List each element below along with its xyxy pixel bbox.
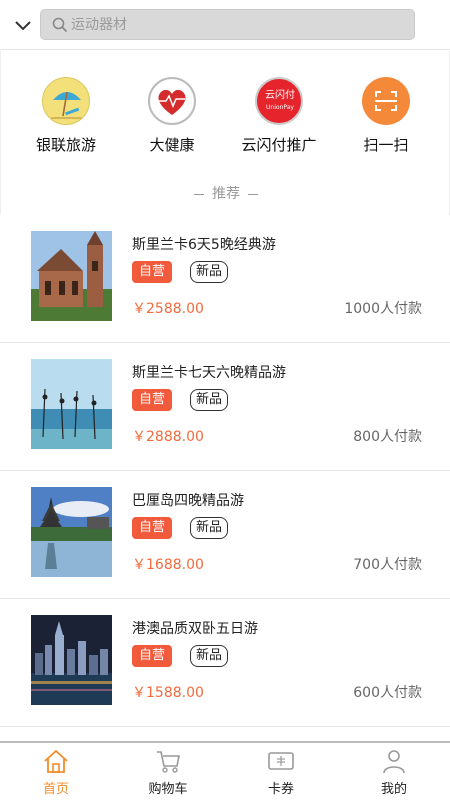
paid-count: 1000人付款	[344, 301, 422, 317]
tab-label: 购物车	[148, 782, 188, 797]
tab-coupons[interactable]: 卡券	[225, 743, 337, 800]
divider	[194, 193, 204, 195]
coupon-icon	[268, 752, 294, 770]
paid-count: 800人付款	[353, 429, 422, 445]
tab-home[interactable]: 首页	[0, 743, 112, 800]
product-price: ￥1688.00	[132, 557, 204, 573]
scan-icon	[362, 77, 410, 125]
top-bar: 运动器材	[0, 0, 450, 50]
category-label: 扫一扫	[363, 136, 409, 154]
stilt-fishermen-photo	[31, 359, 112, 449]
self-operated-badge: 自营	[132, 389, 172, 411]
list-item[interactable]: 港澳品质双卧五日游 自营 新品 ￥1588.00 600人付款	[0, 599, 450, 727]
category-quickpass[interactable]: 云闪付 UnionPay 云闪付推广	[229, 77, 329, 155]
beach-umbrella-icon	[42, 77, 90, 125]
hongkong-night-skyline-photo	[31, 615, 112, 705]
chevron-down-icon[interactable]	[12, 14, 34, 36]
unionpay-quickpass-icon: 云闪付 UnionPay	[255, 77, 303, 125]
category-health[interactable]: 大健康	[122, 77, 222, 155]
section-header: 推荐	[1, 183, 450, 203]
divider	[248, 193, 258, 195]
category-grid: 银联旅游 大健康 云闪付 UnionPay 云闪付推广 扫一扫 推荐	[0, 51, 450, 233]
category-label: 大健康	[149, 136, 195, 154]
paid-count: 700人付款	[353, 557, 422, 573]
heart-pulse-icon	[148, 77, 196, 125]
quickpass-logo-text: 云闪付	[265, 90, 295, 101]
self-operated-badge: 自营	[132, 645, 172, 667]
list-item[interactable]: 斯里兰卡6天5晚经典游 自营 新品 ￥2588.00 1000人付款	[0, 215, 450, 343]
tab-label: 我的	[380, 782, 407, 797]
self-operated-badge: 自营	[132, 517, 172, 539]
bali-temple-photo	[31, 487, 112, 577]
category-travel[interactable]: 银联旅游	[16, 77, 116, 155]
product-title: 港澳品质双卧五日游	[132, 621, 258, 637]
category-label: 云闪付推广	[241, 136, 317, 154]
self-operated-badge: 自营	[132, 261, 172, 283]
home-icon	[44, 749, 68, 773]
tab-label: 首页	[42, 782, 69, 797]
category-scan[interactable]: 扫一扫	[336, 77, 436, 155]
list-item[interactable]: 巴厘岛四晚精品游 自营 新品 ￥1688.00 700人付款	[0, 471, 450, 599]
search-icon	[52, 17, 68, 33]
product-price: ￥2588.00	[132, 301, 204, 317]
paid-count: 600人付款	[353, 685, 422, 701]
product-title: 斯里兰卡七天六晚精品游	[132, 365, 286, 381]
user-icon	[383, 750, 405, 774]
product-title: 斯里兰卡6天5晚经典游	[132, 237, 276, 253]
new-badge: 新品	[190, 389, 228, 411]
list-item[interactable]: 斯里兰卡七天六晚精品游 自营 新品 ￥2888.00 800人付款	[0, 343, 450, 471]
product-price: ￥2888.00	[132, 429, 204, 445]
new-badge: 新品	[190, 261, 228, 283]
bottom-tab-bar: 首页 购物车 卡券 我的	[0, 741, 450, 800]
product-title: 巴厘岛四晚精品游	[132, 493, 244, 509]
section-title: 推荐	[212, 186, 240, 202]
category-label: 银联旅游	[35, 136, 96, 154]
colonial-church-photo	[31, 231, 112, 321]
product-price: ￥1588.00	[132, 685, 204, 701]
search-placeholder: 运动器材	[71, 17, 127, 33]
tab-cart[interactable]: 购物车	[112, 743, 224, 800]
new-badge: 新品	[190, 645, 228, 667]
new-badge: 新品	[190, 517, 228, 539]
quickpass-logo-sub: UnionPay	[266, 104, 294, 111]
search-input[interactable]: 运动器材	[40, 9, 415, 40]
cart-icon	[157, 751, 180, 773]
tab-label: 卡券	[267, 782, 294, 797]
tab-me[interactable]: 我的	[338, 743, 450, 800]
